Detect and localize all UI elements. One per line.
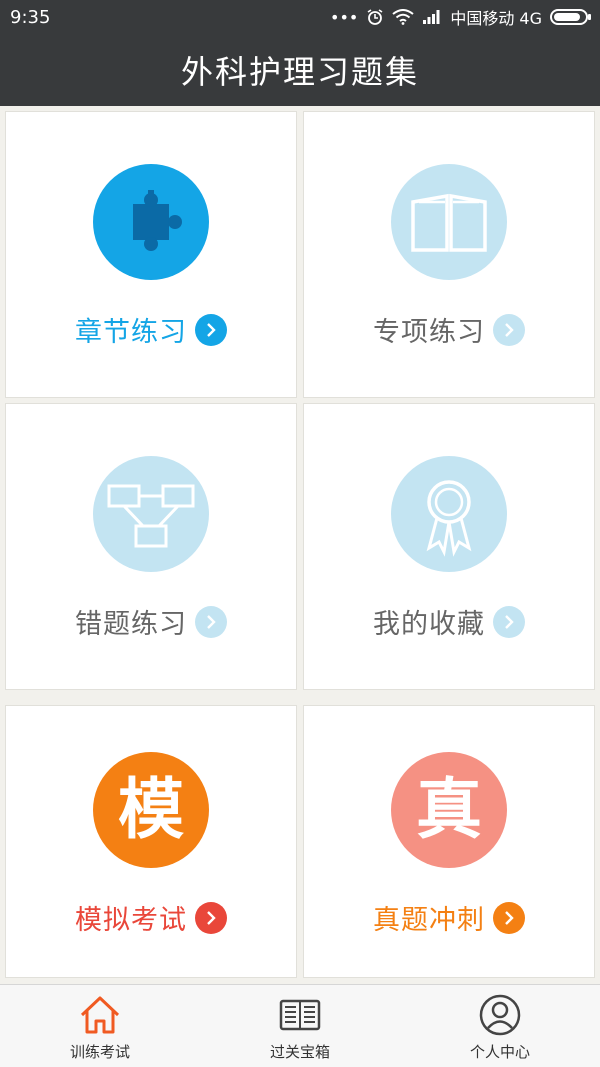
home-icon bbox=[80, 996, 120, 1034]
bottom-tab-bar: 训练考试 过关宝箱 个人中心 bbox=[0, 984, 600, 1067]
ribbon-badge-icon bbox=[391, 456, 507, 572]
card-real-exam-sprint[interactable]: 真 真题冲刺 bbox=[303, 705, 595, 978]
status-bar: 9:35 ••• 中国移动 4G bbox=[0, 0, 600, 34]
card-label: 真题冲刺 bbox=[373, 905, 485, 936]
chevron-right-icon bbox=[493, 605, 525, 638]
tab-training-exam[interactable]: 训练考试 bbox=[0, 985, 200, 1067]
card-label: 模拟考试 bbox=[75, 905, 187, 936]
card-label: 错题练习 bbox=[75, 609, 187, 640]
mock-char: 模 bbox=[118, 771, 184, 848]
card-topic-practice[interactable]: 专项练习 bbox=[303, 111, 595, 398]
menu-grid: 章节练习 专项练习 错题练习 我的收藏 模 模拟考试 真 真题冲刺 bbox=[0, 106, 600, 984]
real-char: 真 bbox=[416, 771, 482, 848]
user-icon bbox=[479, 994, 521, 1036]
chevron-right-icon bbox=[195, 605, 227, 638]
card-label: 我的收藏 bbox=[373, 609, 485, 640]
app-header: 外科护理习题集 bbox=[0, 34, 600, 106]
puzzle-icon bbox=[93, 164, 209, 280]
tab-label: 训练考试 bbox=[69, 1043, 130, 1061]
chevron-right-icon bbox=[493, 313, 525, 346]
page-title: 外科护理习题集 bbox=[180, 53, 419, 91]
battery-icon bbox=[550, 9, 591, 25]
card-mock-exam[interactable]: 模 模拟考试 bbox=[5, 705, 297, 978]
wifi-icon bbox=[392, 9, 414, 25]
carrier-label: 中国移动 4G bbox=[450, 9, 542, 28]
tab-personal-center[interactable]: 个人中心 bbox=[400, 985, 600, 1067]
card-favorites[interactable]: 我的收藏 bbox=[303, 403, 595, 690]
chevron-right-icon bbox=[195, 901, 227, 934]
card-chapter-practice[interactable]: 章节练习 bbox=[5, 111, 297, 398]
flowchart-icon bbox=[93, 456, 209, 572]
book-icon bbox=[391, 164, 507, 280]
news-icon bbox=[279, 999, 321, 1031]
status-time: 9:35 bbox=[10, 6, 51, 28]
chevron-right-icon bbox=[493, 901, 525, 934]
tab-level-treasure[interactable]: 过关宝箱 bbox=[200, 985, 400, 1067]
tab-label: 个人中心 bbox=[469, 1043, 530, 1061]
more-dots-icon: ••• bbox=[330, 7, 359, 27]
tab-label: 过关宝箱 bbox=[269, 1043, 330, 1061]
alarm-icon bbox=[367, 9, 383, 25]
chevron-right-icon bbox=[195, 313, 227, 346]
status-icons: ••• 中国移动 4G bbox=[330, 5, 591, 29]
real-exam-icon: 真 bbox=[391, 752, 507, 868]
card-label: 章节练习 bbox=[75, 317, 187, 348]
card-mistake-practice[interactable]: 错题练习 bbox=[5, 403, 297, 690]
mock-exam-icon: 模 bbox=[93, 752, 209, 868]
signal-icon bbox=[423, 10, 440, 24]
card-label: 专项练习 bbox=[373, 317, 485, 348]
